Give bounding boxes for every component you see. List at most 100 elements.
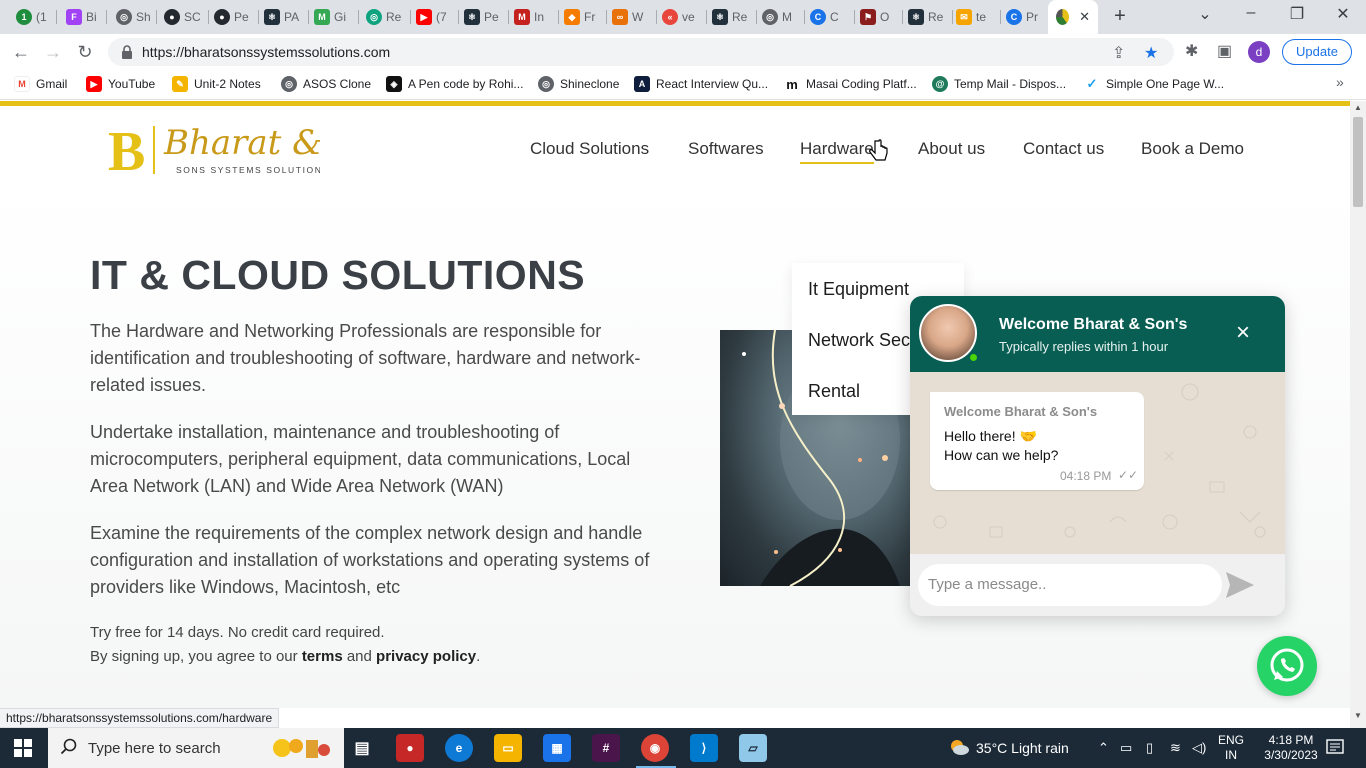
- tab-17[interactable]: CC: [810, 6, 850, 28]
- site-logo[interactable]: B Bharat & SONS SYSTEMS SOLUTIONS: [108, 120, 328, 183]
- tab-active[interactable]: ✕: [1048, 0, 1098, 34]
- reload-button[interactable]: ↻: [74, 41, 96, 63]
- nav-cloud-solutions[interactable]: Cloud Solutions: [530, 139, 649, 159]
- react-icon: ⚛: [712, 9, 728, 25]
- tab-16[interactable]: ◎ M: [762, 6, 802, 28]
- notes-app-icon[interactable]: ▱: [739, 734, 767, 762]
- tray-overflow-icon[interactable]: ⌃: [1098, 740, 1109, 756]
- bookmark-temp-mail[interactable]: @ Temp Mail - Dispos...: [932, 76, 1066, 92]
- wifi-icon[interactable]: ≋: [1170, 740, 1181, 756]
- file-explorer-icon[interactable]: ▭: [494, 734, 522, 762]
- slack-icon[interactable]: #: [592, 734, 620, 762]
- bookmark-codepen[interactable]: ◈ A Pen code by Rohi...: [386, 76, 523, 92]
- edge-icon[interactable]: e: [445, 734, 473, 762]
- taskbar-search[interactable]: Type here to search: [48, 728, 344, 768]
- windows-start-icon[interactable]: [14, 739, 32, 757]
- chat-message-bubble: Welcome Bharat & Son's Hello there! 🤝 Ho…: [930, 392, 1144, 490]
- whatsapp-float-button[interactable]: [1257, 636, 1317, 696]
- bookmark-masai[interactable]: m Masai Coding Platf...: [784, 76, 917, 92]
- tab-favicon-icon: ◎: [762, 9, 778, 25]
- tab-4[interactable]: ● SC: [164, 6, 204, 28]
- page-scrollbar[interactable]: ▲ ▼: [1350, 101, 1366, 728]
- terms-link[interactable]: terms: [302, 648, 343, 665]
- side-panel-icon[interactable]: ▣: [1217, 41, 1232, 61]
- screen-recorder-icon[interactable]: ●: [396, 734, 424, 762]
- bookmark-gmail[interactable]: M Gmail: [14, 76, 67, 92]
- github-icon: ●: [164, 9, 180, 25]
- back-button[interactable]: ←: [10, 41, 32, 63]
- privacy-link[interactable]: privacy policy: [376, 648, 476, 665]
- tab-close-icon[interactable]: ✕: [1079, 9, 1090, 25]
- tab-9[interactable]: ▶ (7: [416, 6, 456, 28]
- close-window-button[interactable]: ✕: [1328, 4, 1358, 24]
- tab-15[interactable]: ⚛ Re: [712, 6, 752, 28]
- language-indicator[interactable]: ENG IN: [1218, 733, 1244, 763]
- dropdown-it-equipment[interactable]: It Equipment: [808, 279, 909, 300]
- dropdown-rental[interactable]: Rental: [808, 381, 860, 402]
- store-icon[interactable]: ▦: [543, 734, 571, 762]
- weather-widget[interactable]: 35°C Light rain: [948, 738, 1069, 758]
- chrome-icon[interactable]: ◉: [641, 734, 669, 762]
- scroll-thumb[interactable]: [1353, 117, 1363, 207]
- address-bar[interactable]: https://bharatsonssystemssolutions.com ⇪…: [108, 38, 1174, 66]
- vscode-icon[interactable]: ⟩: [690, 734, 718, 762]
- message-line-1: Hello there! 🤝: [944, 428, 1037, 444]
- tab-14[interactable]: «ve: [662, 6, 702, 28]
- bookmarks-overflow-icon[interactable]: »: [1336, 74, 1344, 90]
- battery-icon[interactable]: ▭: [1120, 740, 1132, 756]
- tab-11[interactable]: M In: [514, 6, 554, 28]
- tab-19[interactable]: ⚛ Re: [908, 6, 948, 28]
- chat-messages: Welcome Bharat & Son's Hello there! 🤝 Ho…: [910, 372, 1285, 554]
- profile-avatar[interactable]: d: [1248, 41, 1270, 63]
- bookmark-youtube[interactable]: ▶ YouTube: [86, 76, 155, 92]
- taskbar-clock[interactable]: 4:18 PM 3/30/2023: [1264, 733, 1318, 763]
- tab-1[interactable]: 1 (1: [16, 6, 52, 28]
- windows-taskbar: Type here to search ▤ ● e ▭ ▦ # ◉ ⟩ ▱ 35…: [0, 728, 1366, 768]
- usb-icon[interactable]: ▯: [1146, 740, 1153, 756]
- task-view-icon[interactable]: ▤: [348, 734, 376, 762]
- update-button[interactable]: Update: [1282, 39, 1352, 65]
- new-tab-button[interactable]: +: [1110, 6, 1130, 26]
- tab-10[interactable]: ⚛ Pe: [464, 6, 504, 28]
- tab-6[interactable]: ⚛ PA: [264, 6, 304, 28]
- nav-about-us[interactable]: About us: [918, 139, 985, 159]
- nav-softwares[interactable]: Softwares: [688, 139, 764, 159]
- scroll-down-icon[interactable]: ▼: [1354, 711, 1362, 720]
- bookmarks-bar: M Gmail ▶ YouTube ✎ Unit-2 Notes ◎ ASOS Clon…: [0, 70, 1366, 100]
- minimize-button[interactable]: –: [1236, 4, 1266, 22]
- svg-text:B: B: [108, 121, 145, 178]
- bookmark-shineclone[interactable]: ◎ Shineclone: [538, 76, 619, 92]
- nav-contact-us[interactable]: Contact us: [1023, 139, 1104, 159]
- extensions-icon[interactable]: ✱: [1185, 41, 1198, 61]
- share-icon[interactable]: ⇪: [1112, 43, 1125, 63]
- chat-close-icon[interactable]: ×: [1232, 321, 1254, 345]
- bookmark-simple-page[interactable]: ✓ Simple One Page W...: [1084, 76, 1224, 92]
- tab-search-icon[interactable]: ⌄: [1190, 4, 1220, 24]
- maximize-button[interactable]: ❐: [1282, 4, 1312, 24]
- chat-message-input[interactable]: Type a message..: [918, 564, 1222, 606]
- tab-20[interactable]: ✉ te: [956, 6, 996, 28]
- nav-book-demo[interactable]: Book a Demo: [1141, 139, 1244, 159]
- mail-icon: ✉: [956, 9, 972, 25]
- tab-7[interactable]: M Gi: [314, 6, 354, 28]
- bookmark-star-icon[interactable]: ★: [1144, 43, 1158, 63]
- tab-13[interactable]: ∞ W: [612, 6, 652, 28]
- nav-hardware[interactable]: Hardware: [800, 139, 874, 164]
- online-status-dot: [968, 352, 979, 363]
- tab-2[interactable]: F Bi: [66, 6, 102, 28]
- forward-button[interactable]: →: [42, 41, 64, 63]
- bookmark-react-interview[interactable]: A React Interview Qu...: [634, 76, 768, 92]
- tab-21[interactable]: C Pr: [1006, 6, 1046, 28]
- tab-3[interactable]: ◎ Sh: [116, 6, 152, 28]
- tab-18[interactable]: ⚑ O: [860, 6, 900, 28]
- tab-8[interactable]: ◎ Re: [366, 6, 406, 28]
- bookmark-asos-clone[interactable]: ◎ ASOS Clone: [281, 76, 371, 92]
- notification-icon[interactable]: [1326, 738, 1344, 756]
- whatsapp-icon: [1270, 648, 1304, 682]
- tab-12[interactable]: ◆ Fr: [564, 6, 604, 28]
- volume-icon[interactable]: ◁): [1192, 740, 1206, 756]
- send-icon[interactable]: [1222, 568, 1258, 602]
- tab-5[interactable]: ● Pe: [214, 6, 254, 28]
- scroll-up-icon[interactable]: ▲: [1354, 103, 1362, 112]
- bookmark-unit2-notes[interactable]: ✎ Unit-2 Notes: [172, 76, 261, 92]
